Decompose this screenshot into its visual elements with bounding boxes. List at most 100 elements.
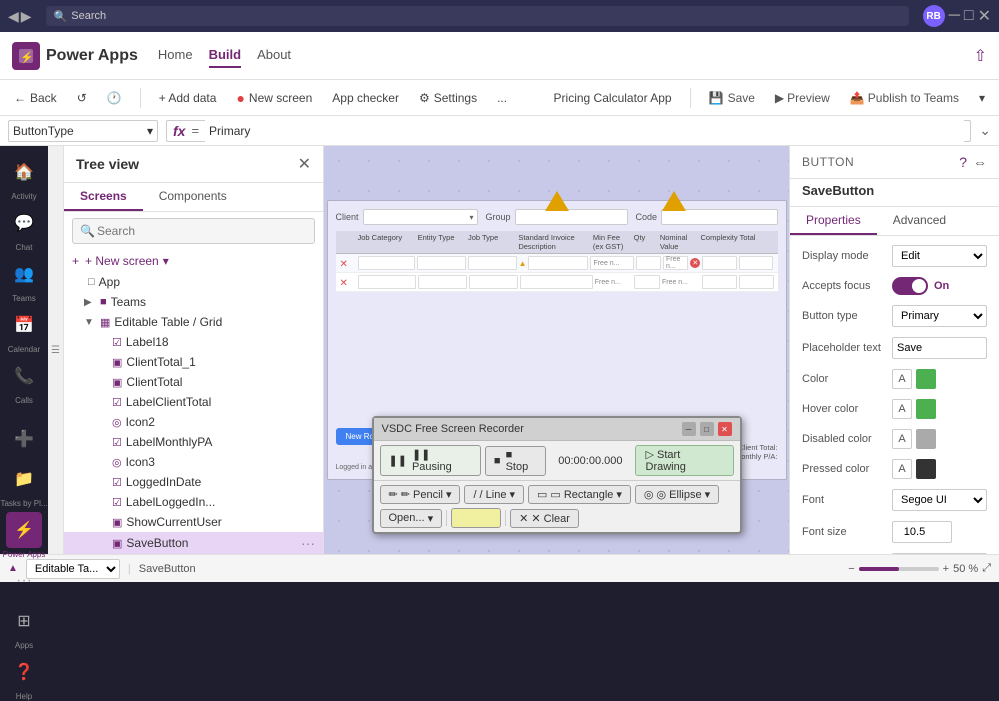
address-bar[interactable]: 🔍 Search (46, 6, 909, 26)
share-icon[interactable]: ⇧ (974, 46, 987, 66)
new-screen-button[interactable]: ● New screen (230, 86, 318, 110)
row-1-complexity[interactable] (702, 256, 737, 270)
maximize-btn[interactable]: □ (964, 7, 974, 25)
tree-item-label18[interactable]: ☑ Label18 (64, 332, 323, 352)
color-green-swatch[interactable] (916, 369, 936, 389)
disabled-color-a-swatch[interactable]: A (892, 429, 912, 449)
tree-item-clienttotal[interactable]: ▣ ClientTotal (64, 372, 323, 392)
tree-item-loggedindate[interactable]: ☑ LoggedInDate (64, 472, 323, 492)
row-2-nominal[interactable]: Free n... (662, 279, 700, 286)
tree-item-editable-table[interactable]: ▼ ▦ Editable Table / Grid (64, 312, 323, 332)
row-2-minfee[interactable]: Free n... (595, 279, 633, 286)
accepts-focus-toggle[interactable] (892, 277, 928, 295)
settings-button[interactable]: ⚙ Settings (413, 87, 483, 109)
props-tab-advanced[interactable]: Advanced (877, 207, 962, 235)
placeholder-text-input[interactable] (892, 337, 987, 359)
tree-item-labelloggedin[interactable]: ☑ LabelLoggedIn... (64, 492, 323, 512)
recorder-pause-button[interactable]: ❚❚ ❚❚ Pausing (380, 445, 481, 476)
tree-item-labelclienttotal[interactable]: ☑ LabelClientTotal (64, 392, 323, 412)
tree-item-app[interactable]: □ App (64, 272, 323, 292)
chat-nav-item[interactable]: 💬 Chat (6, 205, 42, 252)
recorder-color-picker[interactable] (451, 508, 501, 528)
files-nav-item[interactable]: 📁 Tasks by Pl... (0, 461, 47, 508)
nav-home[interactable]: Home (158, 43, 193, 68)
recorder-stop-button[interactable]: ■ ■ Stop (485, 446, 546, 476)
apps-nav-item[interactable]: ⊞ Apps (6, 603, 42, 650)
minimize-btn[interactable]: ─ (949, 7, 960, 25)
props-expand-icon[interactable]: ⇔ (973, 154, 987, 170)
hover-color-green-swatch[interactable] (916, 399, 936, 419)
disabled-color-grey-swatch[interactable] (916, 429, 936, 449)
zoom-slider[interactable] (859, 567, 939, 571)
fit-screen-icon[interactable]: ⤢ (982, 562, 991, 575)
nav-about[interactable]: About (257, 43, 291, 68)
recorder-open-tool[interactable]: Open... ▾ (380, 509, 443, 528)
row-2-entitytype[interactable] (418, 275, 467, 289)
row-2-qty[interactable] (634, 275, 660, 289)
calendar-nav-item[interactable]: 📅 Calendar (6, 307, 42, 354)
close-btn[interactable]: ✕ (978, 6, 991, 26)
history-button[interactable]: 🕐 (101, 87, 128, 109)
row-1-description[interactable] (528, 256, 588, 270)
app-checker-button[interactable]: App checker (326, 87, 405, 109)
preview-button[interactable]: ▶ Preview (769, 87, 836, 109)
pricing-calculator-button[interactable]: Pricing Calculator App (548, 87, 678, 109)
recorder-draw-button[interactable]: ▷ Start Drawing (635, 445, 734, 476)
activity-nav-item[interactable]: 🏠 Activity (6, 154, 42, 201)
hover-color-a-swatch[interactable]: A (892, 399, 912, 419)
help-nav-item[interactable]: ❓ Help (6, 654, 42, 701)
zoom-minus-icon[interactable]: − (848, 563, 854, 575)
table-row-1[interactable]: ✕ ▲ Free n... (336, 254, 778, 273)
tree-item-clienttotal1[interactable]: ▣ ClientTotal_1 (64, 352, 323, 372)
row-1-total[interactable] (739, 256, 774, 270)
recorder-pencil-tool[interactable]: ✏ ✏ Pencil ▾ (380, 485, 461, 504)
recorder-minimize-btn[interactable]: ─ (682, 422, 696, 436)
color-a-swatch[interactable]: A (892, 369, 912, 389)
recorder-maximize-btn[interactable]: □ (700, 422, 714, 436)
nav-back[interactable]: ◀ (8, 8, 19, 25)
group-input[interactable] (515, 209, 628, 225)
more-nav-item[interactable]: ··· (6, 563, 42, 599)
font-select[interactable]: Segoe UI (892, 489, 987, 511)
row-2-jobcategory[interactable] (358, 275, 416, 289)
publish-button[interactable]: 📤 Publish to Teams (844, 87, 965, 109)
publish-more-button[interactable]: ▾ (973, 87, 991, 109)
button-type-select[interactable]: Primary (892, 305, 987, 327)
row-1-nominal[interactable]: Free n... (663, 256, 688, 270)
recorder-ellipse-tool[interactable]: ◎ ◎ Ellipse ▾ (635, 485, 719, 504)
nav-build[interactable]: Build (209, 43, 242, 68)
props-tab-properties[interactable]: Properties (790, 207, 877, 235)
row-1-entitytype[interactable] (417, 256, 466, 270)
nav-forward[interactable]: ▶ (21, 8, 32, 25)
display-mode-select[interactable]: Edit (892, 245, 987, 267)
formula-expand-icon[interactable]: ⌄ (979, 122, 991, 139)
tree-tab-screens[interactable]: Screens (64, 183, 143, 211)
add-nav-item[interactable]: ➕ (6, 421, 42, 457)
teams-nav-item[interactable]: 👥 Teams (6, 256, 42, 303)
tree-toggle[interactable]: ☰ (48, 146, 64, 554)
calls-nav-item[interactable]: 📞 Calls (6, 358, 42, 405)
recorder-close-btn[interactable]: ✕ (718, 422, 732, 436)
row-2-description[interactable] (520, 275, 593, 289)
font-weight-select[interactable]: Normal (892, 553, 987, 554)
props-help-icon[interactable]: ? (959, 154, 967, 170)
formula-input[interactable] (205, 120, 964, 142)
powerapps-nav-item[interactable]: ⚡ Power Apps (3, 512, 46, 559)
tree-search-input[interactable] (72, 218, 315, 244)
row-1-jobcategory[interactable] (358, 256, 416, 270)
row-1-delete-icon[interactable]: ✕ (340, 259, 348, 270)
table-row-2[interactable]: ✕ Free n... Free n... (336, 273, 778, 292)
row-1-minfee[interactable]: Free n... (590, 256, 633, 270)
recorder-line-tool[interactable]: / / Line ▾ (464, 485, 524, 504)
tree-item-teams[interactable]: ▶ ■ Teams (64, 292, 323, 312)
user-avatar[interactable]: RB (923, 5, 945, 27)
zoom-plus-icon[interactable]: + (943, 563, 949, 575)
font-size-input[interactable] (892, 521, 952, 543)
new-screen-button[interactable]: + + New screen ▾ (64, 250, 323, 272)
savebutton-more-icon[interactable]: ··· (301, 535, 315, 551)
tree-item-savebutton[interactable]: ▣ SaveButton ··· (64, 532, 323, 554)
tree-item-icon2[interactable]: ◎ Icon2 (64, 412, 323, 432)
more-button[interactable]: ... (491, 87, 513, 109)
row-1-jobtype[interactable] (468, 256, 517, 270)
client-dropdown[interactable]: ▾ (363, 209, 478, 225)
